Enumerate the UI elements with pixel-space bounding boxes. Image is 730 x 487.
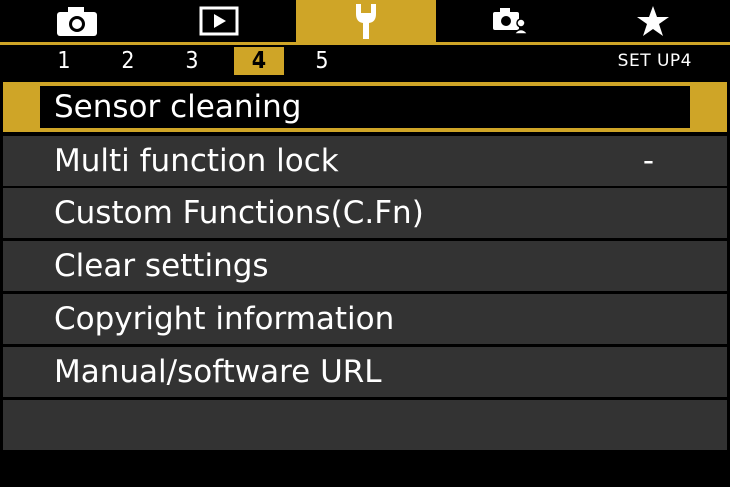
camera-icon — [55, 5, 99, 37]
page-number-1[interactable]: 1 — [46, 47, 82, 75]
menu-item-empty — [0, 400, 730, 450]
menu-item-sensor-cleaning[interactable]: Sensor cleaning — [0, 82, 730, 132]
menu-item-label: Copyright information — [54, 301, 395, 337]
menu-item-label: Multi function lock — [54, 143, 339, 179]
tab-shooting[interactable] — [18, 0, 136, 42]
playback-icon — [199, 6, 239, 36]
menu-item-custom-functions[interactable]: Custom Functions(C.Fn) — [0, 188, 730, 238]
page-number-2[interactable]: 2 — [110, 47, 146, 75]
wrench-icon — [353, 2, 379, 40]
menu-item-label: Custom Functions(C.Fn) — [54, 195, 424, 231]
menu-item-label: Sensor cleaning — [54, 89, 302, 125]
menu-item-clear-settings[interactable]: Clear settings — [0, 241, 730, 291]
tab-setup[interactable] — [296, 0, 436, 42]
tab-playback[interactable] — [160, 0, 278, 42]
page-number-3[interactable]: 3 — [174, 47, 210, 75]
page-number-4[interactable]: 4 — [234, 47, 284, 75]
page-indicator-bar: 1 2 3 4 5 SET UP4 — [0, 45, 730, 77]
menu-item-manual-software-url[interactable]: Manual/software URL — [0, 347, 730, 397]
custom-settings-icon — [491, 6, 531, 36]
tab-custom-functions[interactable] — [452, 0, 570, 42]
menu-item-multi-function-lock[interactable]: Multi function lock - — [0, 136, 730, 186]
menu-tab-bar — [0, 0, 730, 42]
tab-my-menu[interactable] — [594, 0, 712, 42]
menu-item-label: Manual/software URL — [54, 354, 382, 390]
menu-item-value: - — [642, 143, 654, 179]
star-icon — [636, 5, 670, 37]
page-title: SET UP4 — [617, 51, 692, 71]
menu-item-label: Clear settings — [54, 248, 269, 284]
page-number-5[interactable]: 5 — [304, 47, 340, 75]
menu-item-copyright-information[interactable]: Copyright information — [0, 294, 730, 344]
